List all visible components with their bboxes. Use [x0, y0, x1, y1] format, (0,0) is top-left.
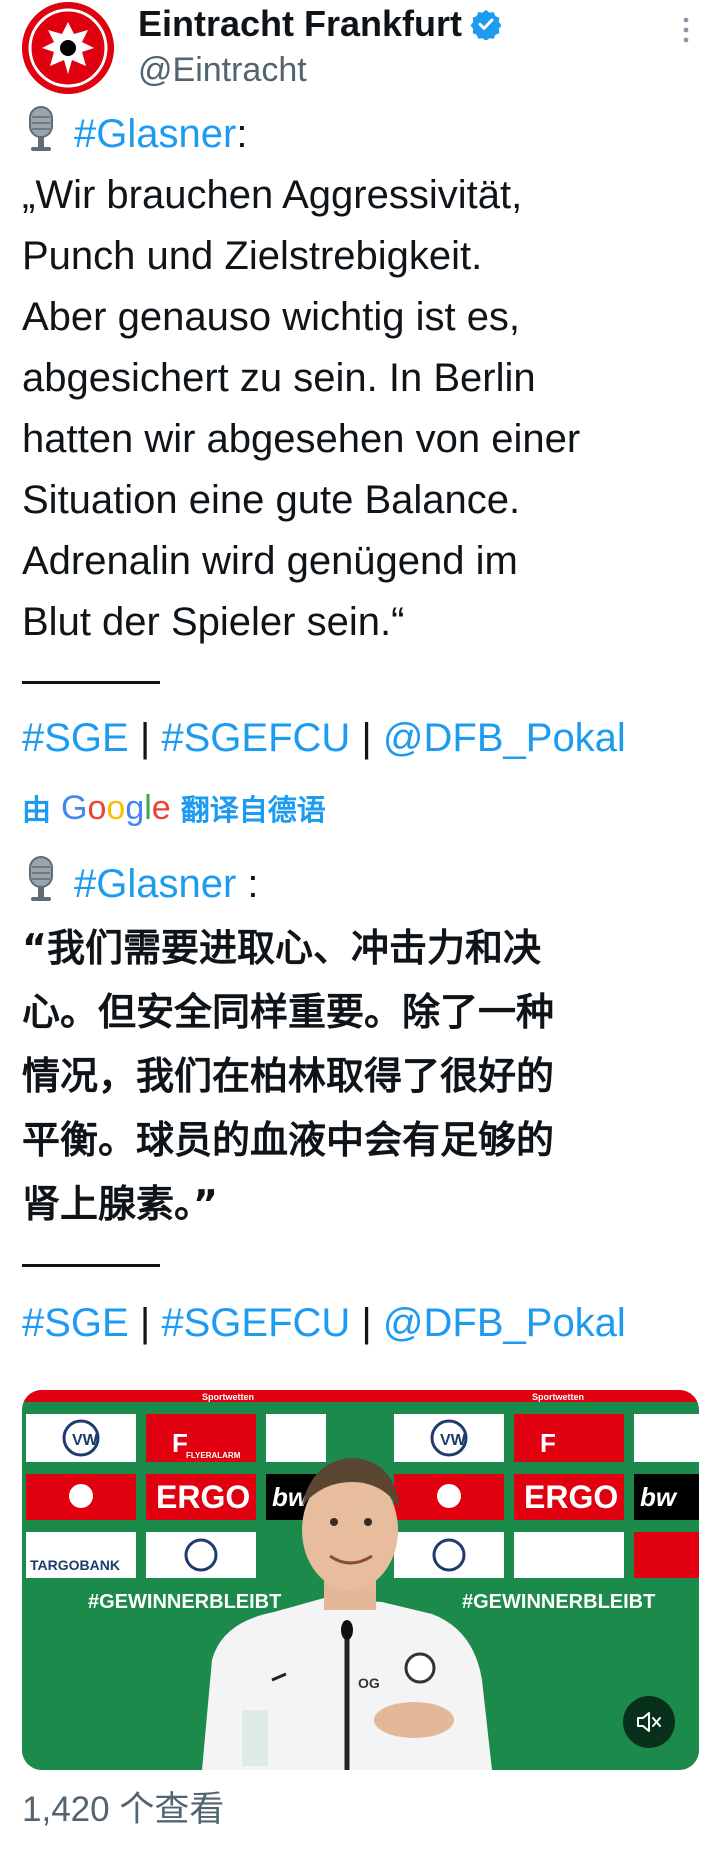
mute-button[interactable]	[623, 1696, 675, 1748]
avatar[interactable]	[22, 2, 114, 94]
banner-text: #GEWINNERBLEIBT	[462, 1591, 655, 1613]
tweet-line: Punch und Zielstrebigkeit.	[22, 234, 483, 278]
separator: |	[350, 1301, 383, 1345]
colon: :	[236, 112, 248, 156]
translated-by-google[interactable]: 由 Google 翻译自德语	[22, 784, 326, 832]
view-count-unit: 个查看	[119, 1790, 225, 1830]
tweet-line: abgesichert zu sein. In Berlin	[22, 356, 536, 400]
svg-text:bw: bw	[272, 1482, 310, 1512]
banner-text: #GEWINNERBLEIBT	[88, 1591, 281, 1613]
divider-dash	[22, 681, 160, 684]
account-handle[interactable]: @Eintracht	[138, 48, 307, 92]
tweet-line: Blut der Spieler sein.“	[22, 600, 405, 644]
google-logo: Google	[61, 788, 171, 827]
tweet-line: “我们需要进取心、冲击力和决	[22, 926, 541, 970]
microphone-icon	[29, 106, 53, 151]
hashtag-sgefcu[interactable]: #SGEFCU	[161, 1301, 350, 1345]
translate-suffix: 翻译自德语	[180, 793, 326, 827]
svg-text:F: F	[540, 1428, 556, 1458]
sponsor-text: TARGOBANK	[30, 1557, 120, 1573]
hashtag-row: #SGE | #SGEFCU | @DFB_Pokal	[22, 708, 702, 769]
microphone-icon	[29, 856, 53, 901]
separator: |	[350, 716, 383, 760]
tweet-line: 平衡。球员的血液中会有足够的	[22, 1118, 555, 1162]
svg-text:OG: OG	[358, 1675, 380, 1691]
tweet-header: Eintracht Frankfurt @Eintracht	[0, 0, 720, 100]
tweet-text-translated: #Glasner : “我们需要进取心、冲击力和决 心。但安全同样重要。除了一种…	[22, 852, 702, 1355]
view-count[interactable]: 1,420 个查看	[22, 1782, 224, 1838]
hashtag-sgefcu[interactable]: #SGEFCU	[161, 716, 350, 760]
tweet-line: „Wir brauchen Aggressivität,	[22, 173, 523, 217]
tweet-line: Adrenalin wird genügend im	[22, 539, 518, 583]
view-count-number: 1,420	[22, 1790, 110, 1829]
hashtag-sge[interactable]: #SGE	[22, 716, 129, 760]
divider-dash	[22, 1264, 160, 1267]
tweet-line: 心。但安全同样重要。除了一种	[22, 990, 555, 1034]
quote-intro-line: #Glasner:	[22, 104, 702, 165]
translate-prefix: 由	[22, 793, 52, 827]
sponsor-text: Sportwetten	[532, 1392, 584, 1402]
tweet-line: Situation eine gute Balance.	[22, 478, 521, 522]
tweet-line: Aber genauso wichtig ist es,	[22, 295, 521, 339]
svg-text:bw: bw	[640, 1482, 678, 1512]
display-name[interactable]: Eintracht Frankfurt	[138, 2, 462, 46]
tweet-text-german: #Glasner: „Wir brauchen Aggressivität, P…	[22, 104, 702, 769]
tweet-video[interactable]: Sportwetten Sportwetten VW F FLYERALARM …	[22, 1390, 699, 1770]
hashtag-glasner[interactable]: #Glasner	[74, 862, 236, 906]
svg-text:ERGO: ERGO	[524, 1479, 618, 1515]
sponsor-text: FLYERALARM	[186, 1451, 241, 1460]
verified-badge-icon	[470, 10, 502, 40]
speaker-muted-icon	[637, 1712, 661, 1732]
separator: |	[128, 716, 162, 760]
hashtag-glasner[interactable]: #Glasner	[74, 112, 236, 156]
colon: :	[236, 862, 259, 906]
more-vertical-icon[interactable]	[676, 12, 696, 48]
sponsor-text: Sportwetten	[202, 1392, 254, 1402]
svg-text:VW: VW	[440, 1432, 467, 1449]
hashtag-row: #SGE | #SGEFCU | @DFB_Pokal	[22, 1291, 702, 1355]
eintracht-eagle-logo-icon	[22, 2, 114, 94]
tweet-line: 肾上腺素。”	[22, 1182, 218, 1226]
tweet-line: 情况，我们在柏林取得了很好的	[22, 1054, 555, 1098]
quote-intro-line: #Glasner :	[22, 852, 702, 916]
mention-dfb-pokal[interactable]: @DFB_Pokal	[383, 1301, 626, 1345]
hashtag-sge[interactable]: #SGE	[22, 1301, 129, 1345]
name-row: Eintracht Frankfurt	[138, 2, 502, 46]
mention-dfb-pokal[interactable]: @DFB_Pokal	[383, 716, 626, 760]
press-conference-scene: Sportwetten Sportwetten VW F FLYERALARM …	[22, 1390, 699, 1770]
sponsor-ergo: ERGO	[156, 1479, 250, 1515]
svg-text:VW: VW	[72, 1432, 99, 1449]
separator: |	[128, 1301, 162, 1345]
tweet-line: hatten wir abgesehen von einer	[22, 417, 581, 461]
